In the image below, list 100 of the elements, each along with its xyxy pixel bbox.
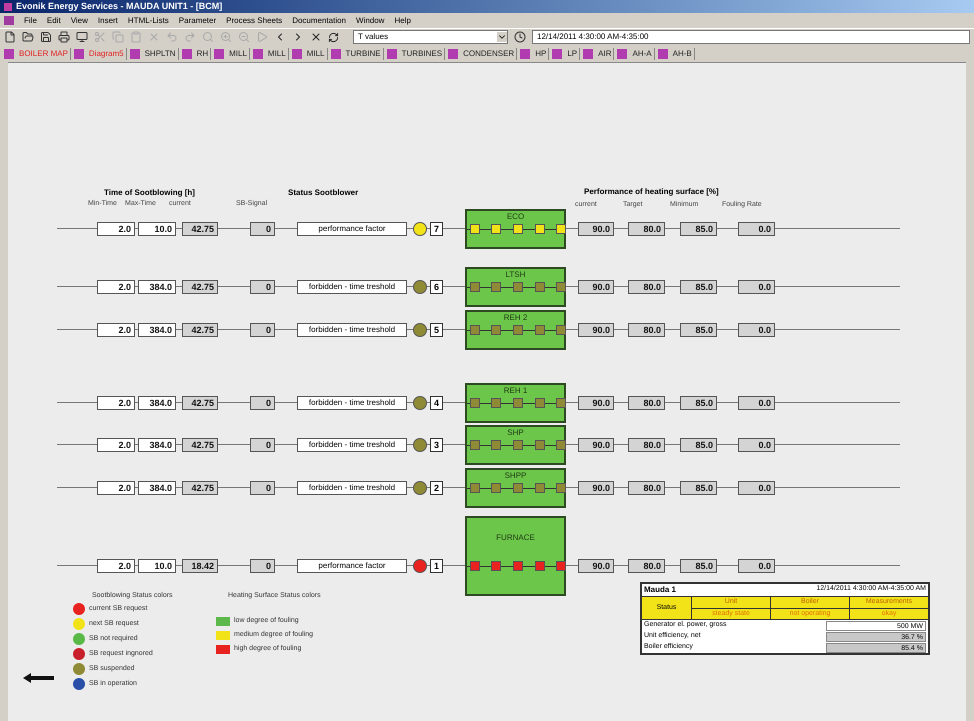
status-value: performance factor	[297, 559, 407, 573]
max-time-value: 384.0	[138, 280, 176, 294]
surface-label: REH 2	[502, 312, 528, 324]
performance-minimum: 85.0	[680, 280, 717, 294]
performance-target: 80.0	[628, 280, 665, 294]
sootblower-number: 1	[430, 559, 443, 573]
tab-icon	[386, 48, 397, 58]
tab[interactable]: AIR	[596, 48, 614, 60]
tab-icon	[658, 48, 668, 58]
performance-target: 80.0	[628, 438, 665, 452]
menu-item[interactable]: Insert	[98, 14, 118, 26]
performance-target: 80.0	[628, 222, 665, 236]
close-icon[interactable]	[310, 31, 322, 43]
performance-minimum: 85.0	[680, 323, 717, 337]
min-time-value: 2.0	[97, 396, 135, 410]
values-dropdown[interactable]: T values	[353, 30, 508, 44]
tab-icon	[520, 48, 530, 58]
refresh-icon[interactable]	[328, 32, 339, 42]
performance-target: 80.0	[628, 396, 665, 410]
max-time-value: 384.0	[138, 438, 176, 452]
sootblower-number: 6	[430, 280, 443, 294]
tab[interactable]: MILL	[304, 48, 328, 60]
fouling-rate: 0.0	[738, 481, 775, 495]
performance-current: 90.0	[578, 396, 614, 410]
menu-item[interactable]: HTML-Lists	[128, 14, 169, 26]
menu-item[interactable]: File	[24, 14, 37, 26]
max-time-value: 384.0	[138, 396, 176, 410]
status-value: forbidden - time treshold	[297, 481, 407, 495]
status-value: performance factor	[297, 222, 407, 236]
performance-minimum: 85.0	[680, 396, 717, 410]
status-value: forbidden - time treshold	[297, 396, 407, 410]
signal-value: 0	[250, 323, 275, 337]
current-time-value: 18.42	[182, 559, 218, 573]
unit-name: Mauda 1	[644, 584, 676, 596]
current-time-value: 42.75	[182, 323, 218, 337]
tab[interactable]: SHPLTN	[142, 48, 179, 60]
menu-item[interactable]: Window	[356, 14, 384, 26]
min-time-value: 2.0	[97, 559, 135, 573]
min-time-value: 2.0	[97, 280, 135, 294]
sootblower-number: 4	[430, 396, 443, 410]
toolbar-icon[interactable]	[76, 31, 88, 43]
clock-icon[interactable]	[514, 31, 526, 43]
toolbar-icon[interactable]	[22, 31, 34, 43]
menu-item[interactable]: Documentation	[292, 14, 346, 26]
menu-item[interactable]: Help	[394, 14, 411, 26]
tab[interactable]: MILL	[266, 48, 289, 60]
toolbar-icon[interactable]	[58, 31, 70, 43]
tab-icon	[182, 48, 192, 58]
tab-icon	[214, 48, 224, 58]
tab-icon	[617, 48, 628, 58]
app-icon	[4, 2, 12, 10]
back-arrow-icon[interactable]	[22, 672, 55, 684]
status-value: forbidden - time treshold	[297, 280, 407, 294]
toolbar-icon[interactable]	[40, 31, 52, 43]
tab[interactable]: AH-A	[630, 48, 655, 60]
signal-value: 0	[250, 438, 275, 452]
performance-current: 90.0	[578, 280, 614, 294]
menu-item[interactable]: Edit	[46, 14, 61, 26]
fouling-rate: 0.0	[738, 559, 775, 573]
tab[interactable]: LP	[565, 48, 580, 60]
column-title: Status Sootblower	[288, 187, 358, 199]
menu-item[interactable]: Process Sheets	[226, 14, 282, 26]
performance-current: 90.0	[578, 222, 614, 236]
menu-item[interactable]: Parameter	[178, 14, 216, 26]
tab-icon	[4, 48, 14, 58]
tab-icon	[130, 48, 140, 58]
current-time-value: 42.75	[182, 280, 218, 294]
status-value: forbidden - time treshold	[297, 323, 407, 337]
tab-icon	[74, 48, 84, 58]
tab[interactable]: RH	[194, 48, 212, 60]
fouling-rate: 0.0	[738, 323, 775, 337]
tab-icon	[448, 48, 458, 58]
tab[interactable]: MILL	[227, 48, 250, 60]
sootblower-number: 2	[430, 481, 443, 495]
sootblower-number: 5	[430, 323, 443, 337]
sootblower-number: 7	[430, 222, 443, 236]
fouling-rate: 0.0	[738, 396, 775, 410]
tab[interactable]: TURBINES	[400, 48, 446, 60]
menu-item[interactable]: View	[70, 14, 88, 26]
tab[interactable]: HP	[533, 48, 550, 60]
tab[interactable]: CONDENSER	[461, 48, 518, 60]
signal-value: 0	[250, 559, 275, 573]
performance-current: 90.0	[578, 323, 614, 337]
performance-minimum: 85.0	[680, 222, 717, 236]
performance-target: 80.0	[628, 559, 665, 573]
min-time-value: 2.0	[97, 481, 135, 495]
performance-minimum: 85.0	[680, 559, 717, 573]
performance-current: 90.0	[578, 559, 614, 573]
tab[interactable]: AH-B	[670, 48, 695, 60]
performance-minimum: 85.0	[680, 481, 717, 495]
min-time-value: 2.0	[97, 438, 135, 452]
signal-value: 0	[250, 280, 275, 294]
signal-value: 0	[250, 481, 275, 495]
tab-icon	[583, 48, 594, 58]
toolbar-icon[interactable]	[4, 31, 16, 43]
min-time-value: 2.0	[97, 222, 135, 236]
surface-label: REH 1	[502, 385, 528, 397]
current-time-value: 42.75	[182, 222, 218, 236]
time-range-field[interactable]: 12/14/2011 4:30:00 AM-4:35:00	[532, 30, 970, 44]
tab[interactable]: TURBINE	[344, 48, 384, 60]
